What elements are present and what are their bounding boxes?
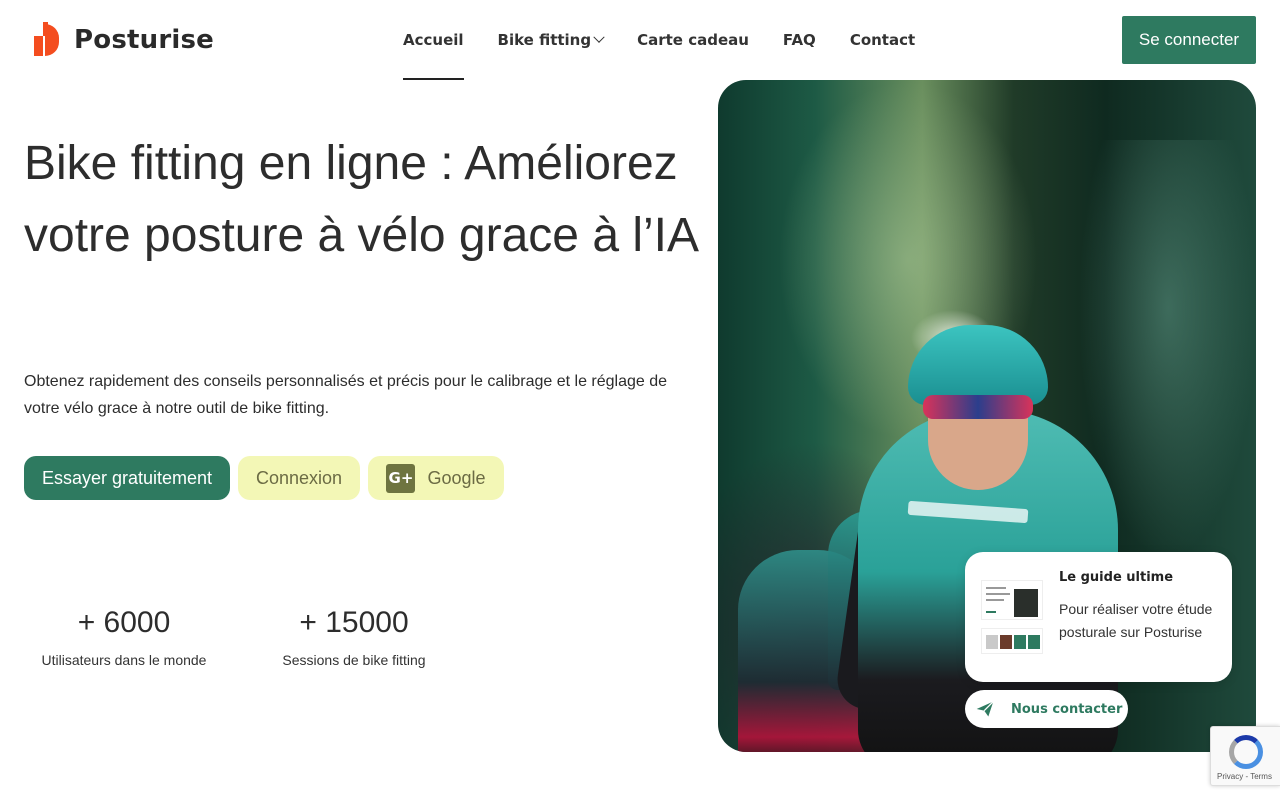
stat-sessions-label: Sessions de bike fitting (282, 652, 426, 668)
hero-subtitle: Obtenez rapidement des conseils personna… (24, 373, 668, 417)
guide-card[interactable]: Le guide ultime Pour réaliser votre étud… (965, 552, 1232, 682)
nav-item-carte-cadeau[interactable]: Carte cadeau (637, 0, 749, 80)
google-login-button[interactable]: G+ Google (368, 456, 504, 500)
nav-item-contact[interactable]: Contact (850, 0, 915, 80)
brand-name: Posturise (74, 25, 214, 55)
stat-users-value: + 6000 (77, 606, 171, 639)
try-free-button[interactable]: Essayer gratuitement (24, 456, 230, 500)
stat-sessions-value: + 15000 (299, 606, 409, 639)
brand-logo[interactable]: Posturise (32, 22, 214, 58)
contact-button-label: Nous contacter (1011, 701, 1123, 717)
send-icon (976, 701, 994, 717)
recaptcha-icon (1229, 735, 1263, 769)
guide-card-description: Pour réaliser votre étude posturale sur … (1059, 601, 1213, 640)
google-plus-icon: G+ (386, 463, 416, 493)
nav-item-faq[interactable]: FAQ (783, 0, 816, 80)
nav-item-bike-fitting[interactable]: Bike fitting (497, 0, 605, 80)
chevron-down-icon (593, 31, 605, 43)
nav-item-accueil[interactable]: Accueil (403, 0, 464, 80)
posturise-logo-icon (32, 22, 60, 58)
login-button[interactable]: Se connecter (1122, 16, 1256, 64)
recaptcha-footer: Privacy - Terms (1217, 772, 1272, 781)
google-button-label: Google (427, 467, 486, 488)
guide-thumbnail-image (981, 580, 1043, 654)
guide-card-title: Le guide ultime (1059, 570, 1174, 585)
recaptcha-badge[interactable]: Privacy - Terms (1210, 726, 1280, 786)
hero-title: Bike fitting en ligne : Améliorez votre … (24, 137, 700, 262)
stat-users-label: Utilisateurs dans le monde (41, 652, 207, 668)
hero-actions: Essayer gratuitement Connexion G+ Google (24, 456, 504, 500)
nav-item-bike-fitting-label: Bike fitting (497, 31, 592, 49)
stat-sessions: + 15000 Sessions de bike fitting (254, 604, 454, 668)
connexion-button[interactable]: Connexion (238, 456, 360, 500)
main-nav: Accueil Bike fitting Carte cadeau FAQ Co… (403, 0, 915, 80)
contact-button[interactable]: Nous contacter (965, 690, 1128, 728)
stat-users: + 6000 Utilisateurs dans le monde (24, 604, 224, 668)
